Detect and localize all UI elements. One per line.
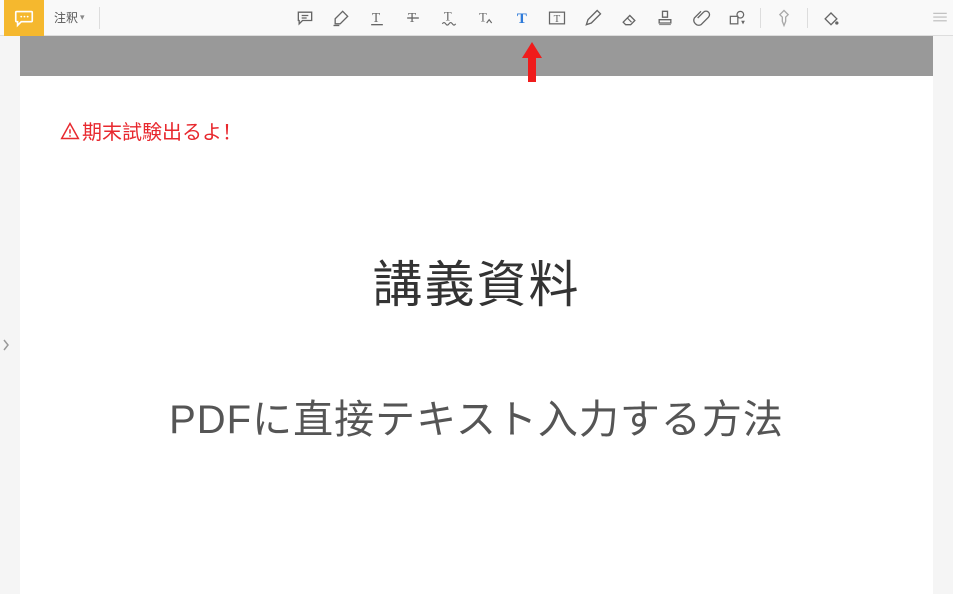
strikethrough-icon: T bbox=[403, 8, 423, 28]
fill-tool[interactable] bbox=[814, 3, 848, 33]
strikethrough-tool[interactable]: T bbox=[396, 3, 430, 33]
typewriter-tool[interactable]: T bbox=[504, 3, 538, 33]
squiggly-icon: T bbox=[439, 8, 459, 28]
paint-bucket-icon bbox=[821, 8, 841, 28]
annotation-toolbar: 注釈 T T T T T T bbox=[0, 0, 953, 36]
stamp-icon bbox=[655, 8, 675, 28]
pin-tool[interactable] bbox=[767, 3, 801, 33]
textbox-icon: T bbox=[547, 8, 567, 28]
pin-icon bbox=[774, 8, 794, 28]
highlight-tool[interactable] bbox=[324, 3, 358, 33]
eraser-icon bbox=[619, 8, 639, 28]
tool-icon-group: T T T T T T ▾ bbox=[288, 3, 848, 33]
note-tool[interactable] bbox=[288, 3, 322, 33]
text-highlight-icon: T bbox=[367, 8, 387, 28]
text-highlight-tool[interactable]: T bbox=[360, 3, 394, 33]
warning-triangle-icon bbox=[60, 121, 80, 141]
squiggly-tool[interactable]: T bbox=[432, 3, 466, 33]
red-arrow-indicator bbox=[522, 42, 542, 82]
attach-tool[interactable] bbox=[684, 3, 718, 33]
textbox-tool[interactable]: T bbox=[540, 3, 574, 33]
shapes-icon: ▾ bbox=[727, 8, 747, 28]
sidebar-expand-handle[interactable] bbox=[0, 330, 12, 360]
note-icon bbox=[295, 8, 315, 28]
menu-lines-icon bbox=[931, 8, 949, 26]
separator bbox=[807, 8, 808, 28]
pencil-tool[interactable] bbox=[576, 3, 610, 33]
separator bbox=[760, 8, 761, 28]
warning-annotation[interactable]: 期末試験出るよ！ bbox=[60, 116, 893, 145]
svg-text:T: T bbox=[479, 10, 487, 24]
page-header-dark bbox=[20, 36, 933, 76]
stamp-tool[interactable] bbox=[648, 3, 682, 33]
document-title: 講義資料 bbox=[60, 245, 893, 317]
svg-text:T: T bbox=[372, 10, 380, 25]
text-replace-icon: T bbox=[475, 8, 495, 28]
highlight-icon bbox=[331, 8, 351, 28]
svg-text:T: T bbox=[553, 13, 560, 25]
chevron-right-icon bbox=[2, 338, 10, 352]
comment-mode-button[interactable] bbox=[4, 0, 44, 36]
comment-bubble-icon bbox=[13, 7, 35, 29]
text-caret-tool[interactable]: T bbox=[468, 3, 502, 33]
pdf-page: 期末試験出るよ！ 講義資料 PDFに直接テキスト入力する方法 bbox=[20, 76, 933, 594]
svg-text:▾: ▾ bbox=[741, 17, 745, 26]
separator bbox=[99, 7, 100, 29]
shapes-tool[interactable]: ▾ bbox=[720, 3, 754, 33]
typewriter-icon: T bbox=[511, 8, 531, 28]
svg-text:T: T bbox=[516, 11, 526, 27]
pencil-icon bbox=[583, 8, 603, 28]
annotation-text: 期末試験出るよ！ bbox=[82, 116, 242, 145]
svg-text:T: T bbox=[444, 9, 452, 23]
eraser-tool[interactable] bbox=[612, 3, 646, 33]
menu-lines-button[interactable] bbox=[931, 8, 949, 31]
document-subtitle: PDFに直接テキスト入力する方法 bbox=[60, 387, 893, 445]
annotation-dropdown[interactable]: 注釈 bbox=[44, 9, 91, 26]
attach-icon bbox=[691, 8, 711, 28]
